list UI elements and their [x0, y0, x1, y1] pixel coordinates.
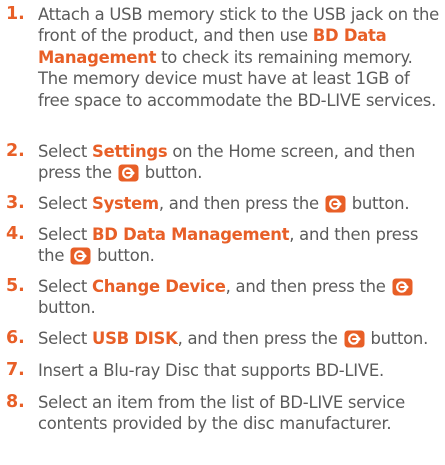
- enter-button-icon: [344, 330, 365, 348]
- step-number: 1.: [6, 4, 25, 24]
- step-text-part: Select: [38, 225, 93, 244]
- step-text-part: Select: [38, 329, 93, 348]
- menu-term: BD Data Management: [92, 225, 290, 244]
- step-text: Select Settings on the Home screen, and …: [38, 141, 441, 184]
- step-text-part: Select: [38, 277, 93, 296]
- step-number: 7.: [6, 360, 25, 380]
- menu-term: Settings: [92, 142, 168, 161]
- step-text-part: Select: [38, 142, 93, 161]
- menu-term: USB DISK: [92, 329, 178, 348]
- instruction-steps: 1. Attach a USB memory stick to the USB …: [0, 0, 445, 465]
- step-text: Select System, and then press the button…: [38, 193, 441, 214]
- menu-term: System: [92, 194, 159, 213]
- step-number: 8.: [6, 392, 25, 412]
- enter-button-icon: [325, 195, 346, 213]
- step-text-part: , and then press the: [158, 194, 324, 213]
- step-text: Select BD Data Management, and then pres…: [38, 224, 441, 267]
- step-text: Select Change Device, and then press the…: [38, 276, 441, 319]
- step-text-part: , and then press the: [177, 329, 343, 348]
- step-text-part: button.: [92, 246, 155, 266]
- step-number: 5.: [6, 276, 25, 296]
- step-text-part: button.: [346, 194, 410, 213]
- step-text: Select an item from the list of BD-LIVE …: [38, 392, 441, 435]
- enter-button-icon: [70, 247, 91, 265]
- step-text-part: , and then press the: [225, 277, 391, 296]
- step-number: 6.: [6, 328, 25, 348]
- step-number: 4.: [6, 224, 25, 244]
- step-text-part: Select an item from the list of BD-LIVE …: [38, 393, 405, 434]
- step-text-part: Insert a Blu-ray Disc that supports BD-L…: [38, 361, 384, 380]
- enter-button-icon: [392, 278, 413, 296]
- enter-button-icon: [118, 164, 139, 182]
- step-text-part: button.: [38, 298, 96, 318]
- step-number: 2.: [6, 141, 25, 161]
- step-text: Insert a Blu-ray Disc that supports BD-L…: [38, 360, 441, 381]
- step-text-part: button.: [139, 163, 203, 183]
- step-text: Select USB DISK, and then press the butt…: [38, 328, 441, 349]
- step-text-part: Select: [38, 194, 93, 213]
- step-text: Attach a USB memory stick to the USB jac…: [38, 4, 441, 111]
- menu-term: Change Device: [92, 277, 226, 296]
- step-text-part: button.: [365, 329, 429, 348]
- step-number: 3.: [6, 193, 25, 213]
